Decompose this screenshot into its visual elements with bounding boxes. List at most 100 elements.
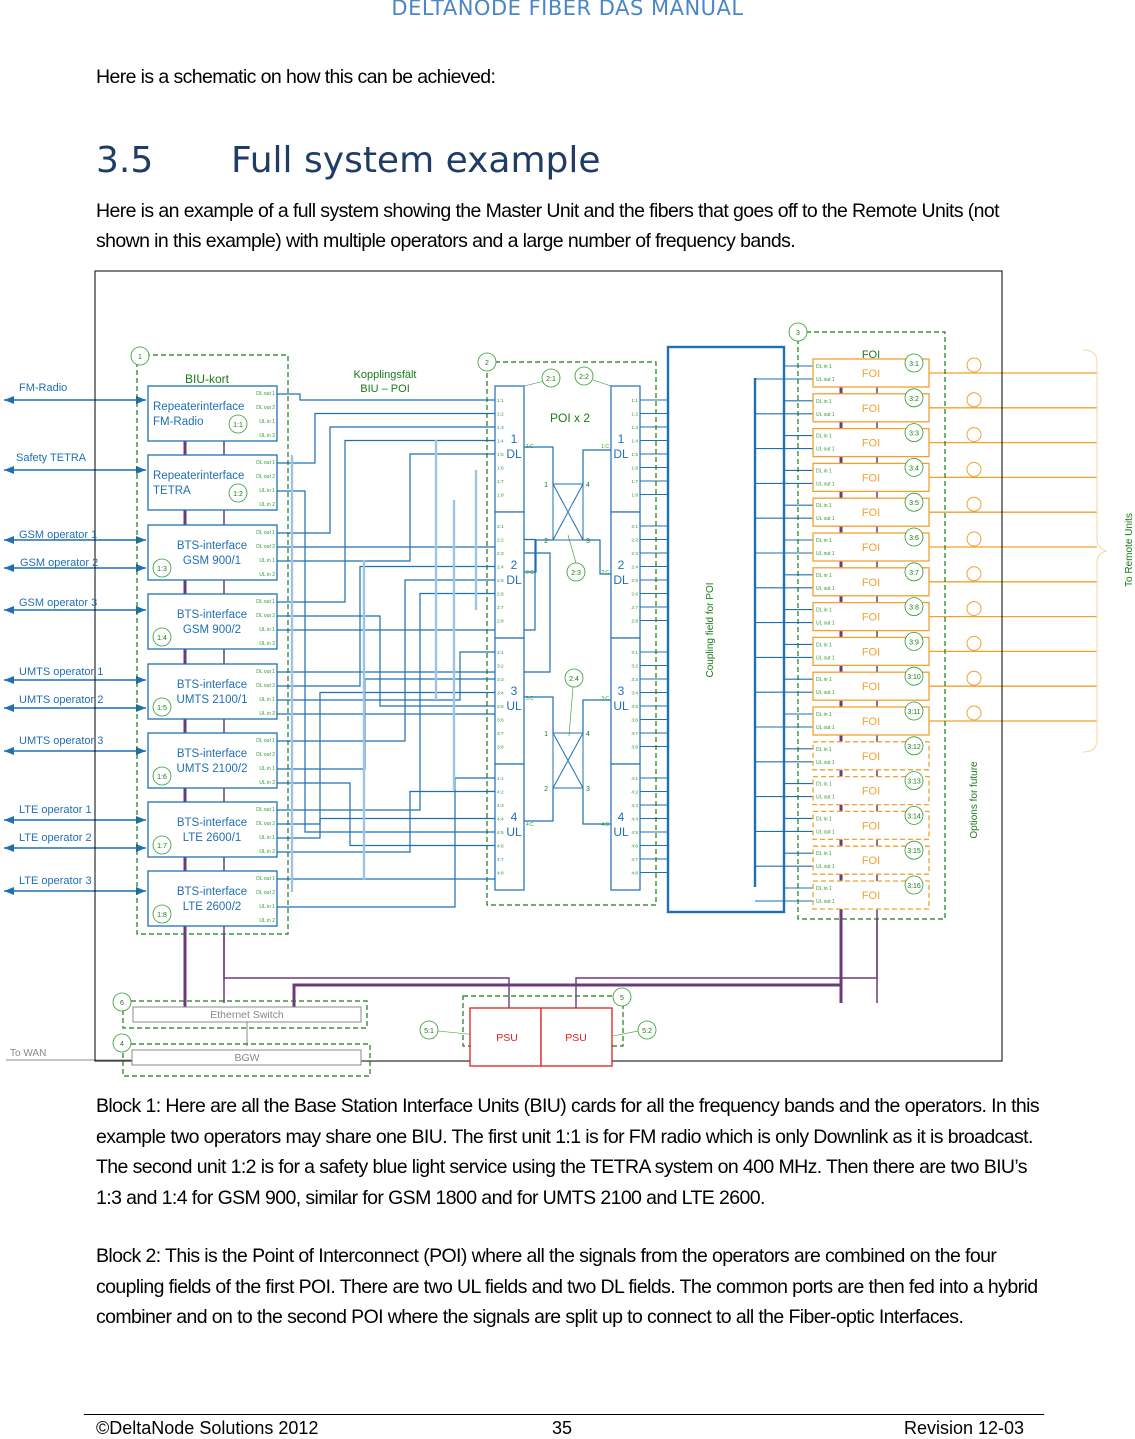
poi-port-label: 2:6 xyxy=(631,592,638,598)
poi-port-label: 2:2 xyxy=(631,538,638,544)
external-link-label-9: LTE operator 1 xyxy=(19,804,92,816)
fiber-connector-icon xyxy=(966,531,982,547)
biu-port-label: UL in 2 xyxy=(259,572,275,578)
badge-leader xyxy=(568,686,574,737)
foi-unit-label: FOI xyxy=(862,507,880,519)
foi-unit-badge: 3:5 xyxy=(909,500,919,507)
biu-poi-wire xyxy=(277,782,495,847)
external-link-label-2: Safety TETRA xyxy=(16,452,87,464)
poi-port-label: 2:5 xyxy=(631,578,638,584)
psu-1-badge: 5:1 xyxy=(424,1028,434,1035)
poi-field-number: 1 xyxy=(511,432,518,446)
biu-card-title: BTS-interface xyxy=(177,886,247,898)
poi-port-label: 3:8 xyxy=(631,745,638,751)
to-remote-units-label: To Remote Units xyxy=(1124,513,1135,587)
coupling-label: Kopplingsfält xyxy=(354,369,417,381)
poi-field-number: 3 xyxy=(511,684,518,698)
foi-port-label: UL out 1 xyxy=(816,829,835,835)
coupling-field-poi-label: Coupling field for POI xyxy=(705,582,716,677)
biu-card-badge: 1:5 xyxy=(157,705,167,712)
poi-port-label: 1:1 xyxy=(497,398,504,404)
biu-card-title: Repeaterinterface xyxy=(153,401,244,413)
coupling-label-sub: BIU – POI xyxy=(360,383,410,395)
foi-port-label: UL out 1 xyxy=(816,377,835,383)
foi-port-label: UL out 1 xyxy=(816,795,835,801)
external-link-label-10: LTE operator 2 xyxy=(19,832,92,844)
biu-card-subtitle: LTE 2600/1 xyxy=(183,832,242,844)
foi-port-label: DL in 1 xyxy=(816,468,832,474)
biu-port-label: DL out 1 xyxy=(256,807,275,813)
poi-port-label: 4:4 xyxy=(497,817,504,823)
to-wan-label: To WAN xyxy=(10,1048,46,1059)
poi-port-label: 1:6 xyxy=(497,466,504,472)
biu-port-label: DL out 2 xyxy=(256,474,275,480)
foi-unit-label: FOI xyxy=(862,751,880,763)
foi-port-label: DL in 1 xyxy=(816,677,832,683)
badge-leader xyxy=(567,534,577,564)
biu-port-label: UL in 2 xyxy=(259,849,275,855)
poi-port-label: 4:3 xyxy=(497,803,504,809)
foi-port-label: DL in 1 xyxy=(816,782,832,788)
poi-port-label: 4:4 xyxy=(631,817,638,823)
poi-port-label: 1:2 xyxy=(497,412,504,418)
block2-badge: 2 xyxy=(485,360,489,367)
foi-port-label: DL in 1 xyxy=(816,851,832,857)
foi-unit-badge: 3:10 xyxy=(907,674,921,681)
foi-port-label: DL in 1 xyxy=(816,434,832,440)
biu-poi-wire xyxy=(277,664,506,715)
poi-port-label: 1:8 xyxy=(497,493,504,499)
biu-poi-wire xyxy=(277,817,495,825)
biu-poi-wire xyxy=(277,579,495,742)
hybrid-port-3: 3 xyxy=(586,786,590,793)
components-layer: 1 BIU-kort FM-Radio Safety TETRA GSM operato… xyxy=(10,270,1135,1077)
biu-port-label: DL out 2 xyxy=(256,890,275,896)
poi-port-label: 4:7 xyxy=(497,857,504,863)
foi-port-label: DL in 1 xyxy=(816,608,832,614)
biu-poi-wire xyxy=(277,804,501,880)
poi-port-label: 2:3 xyxy=(497,551,504,557)
foi-unit-badge: 3:6 xyxy=(909,535,919,542)
foi-port-label: DL in 1 xyxy=(816,747,832,753)
foi-unit-label: FOI xyxy=(862,855,880,867)
hybrid-wire xyxy=(582,699,611,733)
biu-poi-wire xyxy=(277,439,495,603)
badge-leader xyxy=(523,380,546,387)
poi-common-label: 1:C xyxy=(526,444,534,450)
foi-unit-label: FOI xyxy=(862,786,880,798)
poi-common-label: 1:C xyxy=(601,444,609,450)
poi-port-label: 1:7 xyxy=(631,479,638,485)
foi-unit-label: FOI xyxy=(862,890,880,902)
foi-unit-badge: 3:1 xyxy=(909,361,919,368)
hybrid-wire xyxy=(582,449,611,484)
biu-poi-wire xyxy=(277,525,521,548)
biu-poi-wire xyxy=(277,565,495,687)
biu-card-subtitle: FM-Radio xyxy=(153,416,203,428)
poi-port-label: 3:6 xyxy=(631,718,638,724)
fiber-connector-icon xyxy=(966,566,982,582)
poi-port-label: 3:6 xyxy=(497,718,504,724)
biu-card-subtitle: UMTS 2100/1 xyxy=(177,694,248,706)
poi-port-label: 2:5 xyxy=(497,578,504,584)
poi-port-label: 3:8 xyxy=(497,745,504,751)
poi-field-type: UL xyxy=(613,825,629,839)
biu-card-title: BTS-interface xyxy=(177,679,247,691)
poi-port-label: 4:2 xyxy=(497,790,504,796)
psu-2-badge: 5:2 xyxy=(642,1028,652,1035)
foi-unit-label: FOI xyxy=(862,716,880,728)
foi-unit-label: FOI xyxy=(862,612,880,624)
biu-card-badge: 1:8 xyxy=(157,912,167,919)
biu-card-badge: 1:7 xyxy=(157,843,167,850)
biu-port-label: DL out 2 xyxy=(256,613,275,619)
foi-unit-badge: 3:14 xyxy=(907,813,921,820)
poi-port-label: 3:5 xyxy=(631,704,638,710)
biu-poi-wire xyxy=(277,777,495,908)
biu-port-label: DL out 2 xyxy=(256,752,275,758)
ethernet-cable xyxy=(292,919,843,1008)
badge-leader xyxy=(592,379,612,387)
foi-unit-badge: 3:13 xyxy=(907,779,921,786)
poi-port-label: 3:3 xyxy=(631,677,638,683)
poi-field-number: 4 xyxy=(511,810,518,824)
foi-port-label: DL in 1 xyxy=(816,712,832,718)
poi-port-label: 4:3 xyxy=(631,803,638,809)
poi-port-label: 3:2 xyxy=(631,664,638,670)
